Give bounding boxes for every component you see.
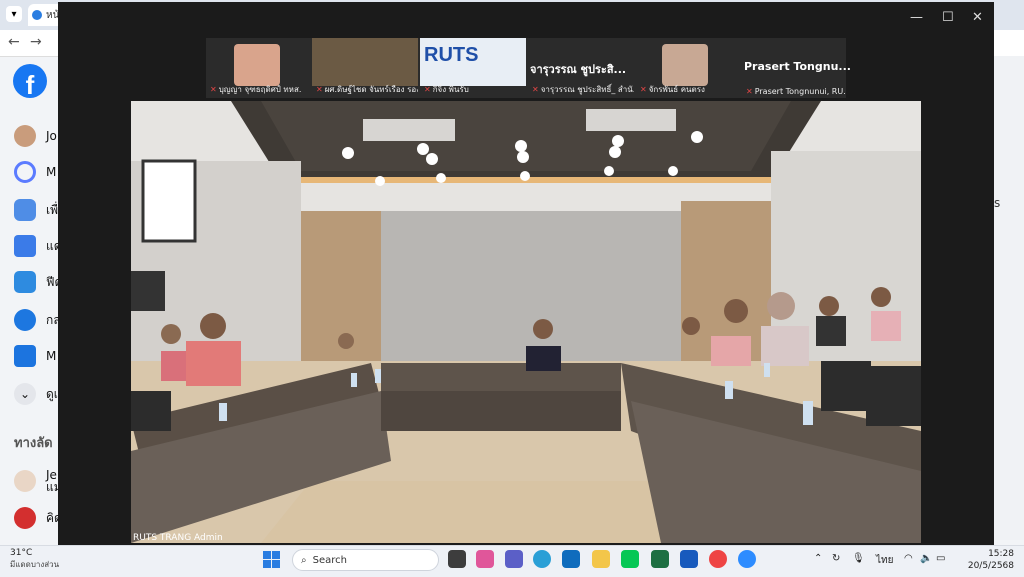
- chrome-icon[interactable]: [709, 550, 727, 568]
- chevron-up-icon[interactable]: ⌃: [814, 553, 822, 564]
- word-icon[interactable]: [680, 550, 698, 568]
- participant-tile[interactable]: Prasert Tongnu... ✕ Prasert Tongnunui, RU…: [742, 38, 851, 98]
- tab-list-button[interactable]: ▾: [6, 6, 22, 22]
- mic-off-icon: ✕: [210, 85, 217, 94]
- facebook-logo[interactable]: f: [13, 64, 47, 98]
- meeting-room-photo: [131, 101, 921, 543]
- marketplace-icon: [14, 345, 36, 367]
- zoom-icon[interactable]: [738, 550, 756, 568]
- mic-off-icon: ✕: [746, 87, 753, 96]
- mic-off-icon: ✕: [640, 85, 647, 94]
- mic-off-icon: ✕: [424, 85, 431, 94]
- weather-widget[interactable]: 31°C มีแดดบางส่วน: [10, 548, 59, 571]
- taskbar-search-input[interactable]: ⌕ Search: [292, 549, 439, 571]
- back-arrow-icon[interactable]: ←: [8, 34, 20, 50]
- participant-tile[interactable]: ✕ผศ.ดิษฐ์ไชด จันทร์เรือง รองอธิ...: [312, 38, 418, 98]
- shortcut-avatar: [14, 470, 36, 492]
- minimize-icon[interactable]: —: [910, 10, 923, 25]
- teams-icon[interactable]: [505, 550, 523, 568]
- copilot-icon[interactable]: [476, 550, 494, 568]
- main-video[interactable]: [131, 101, 921, 543]
- participant-tile[interactable]: ✕ จักรพันธ์ คนตรง: [636, 38, 740, 98]
- clock[interactable]: 15:28 20/5/2568: [968, 548, 1014, 572]
- participant-tile[interactable]: จารุวรรณ ชูประสิ... ✕ จารุวรรณ ชูประสิทธิ…: [528, 38, 634, 98]
- volume-icon[interactable]: 🔈: [920, 553, 932, 564]
- mic-off-icon: ✕: [316, 85, 323, 94]
- meta-ai-icon: [14, 161, 36, 183]
- chrome-favicon-icon: [32, 10, 42, 20]
- diy-logo-icon: [14, 507, 36, 529]
- dashboard-icon: [14, 235, 36, 257]
- avatar: [14, 125, 36, 147]
- facebook-right-panel: [994, 56, 1024, 540]
- wifi-icon[interactable]: ◠: [904, 553, 913, 564]
- task-view-icon[interactable]: [448, 550, 466, 568]
- right-panel-text: s: [994, 196, 1001, 210]
- chevron-down-icon: ⌄: [14, 383, 36, 405]
- participant-tile[interactable]: ✕ บุญญา จุฑธฤดิศป์ ทหส.: [206, 38, 310, 98]
- outlook-icon[interactable]: [562, 550, 580, 568]
- line-icon[interactable]: [621, 550, 639, 568]
- battery-icon[interactable]: ▭: [936, 553, 945, 564]
- feeds-icon: [14, 271, 36, 293]
- friends-icon: [14, 199, 36, 221]
- start-button[interactable]: [263, 551, 281, 569]
- edge-icon[interactable]: [533, 550, 551, 568]
- microphone-icon[interactable]: 🎙: [852, 553, 865, 564]
- file-explorer-icon[interactable]: [592, 550, 610, 568]
- shortcuts-heading: ทางลัด: [14, 436, 53, 451]
- mic-off-icon: ✕: [532, 85, 539, 94]
- excel-icon[interactable]: [651, 550, 669, 568]
- refresh-icon[interactable]: ↻: [832, 553, 840, 564]
- groups-icon: [14, 309, 36, 331]
- participant-video: [234, 44, 280, 86]
- main-video-label: RUTS TRANG Admin: [133, 533, 223, 543]
- forward-arrow-icon[interactable]: →: [30, 34, 42, 50]
- maximize-icon[interactable]: ☐: [942, 10, 954, 25]
- close-icon[interactable]: ✕: [972, 10, 983, 25]
- ruts-logo: RUTS: [424, 44, 479, 66]
- language-indicator[interactable]: ไทย: [876, 553, 893, 568]
- search-icon: ⌕: [301, 554, 307, 566]
- participant-video: [312, 38, 418, 86]
- participant-video: [662, 44, 708, 86]
